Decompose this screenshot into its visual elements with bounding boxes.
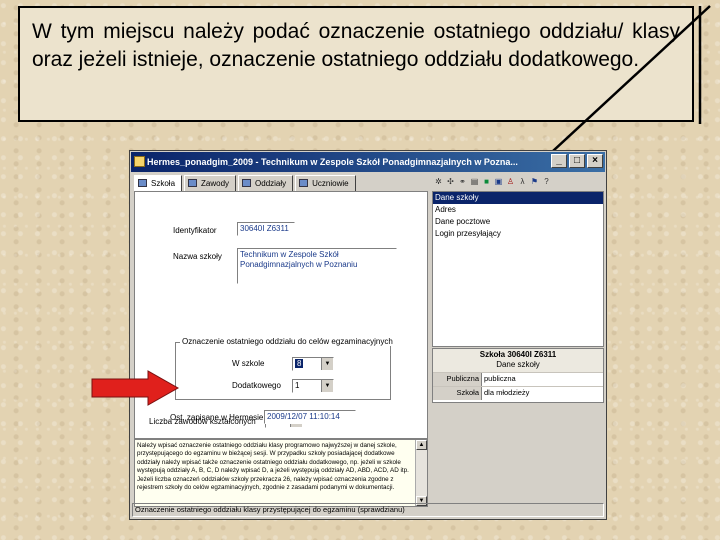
tab-zawody[interactable]: Zawody <box>184 175 237 192</box>
info-row: Szkoła dla młodzieży <box>433 386 603 400</box>
help-notes: Należy wpisać oznaczenie ostatniego oddz… <box>134 439 428 507</box>
school-class-select[interactable]: 8 ▼ <box>292 357 334 371</box>
additional-class-label: Dodatkowego <box>232 381 281 390</box>
info-header: Szkoła 30640I Z6311 Dane szkoły <box>433 349 603 372</box>
classes-icon <box>242 179 252 187</box>
section-list: Dane szkoły Adres Dane pocztowe Login pr… <box>432 191 604 347</box>
tab-label: Zawody <box>201 179 230 188</box>
tab-oddzialy[interactable]: Oddziały <box>238 175 294 192</box>
list-item[interactable]: Login przesyłający <box>433 228 603 240</box>
tab-uczniowie[interactable]: Uczniowie <box>295 175 356 192</box>
toolbar: ✲ ✣ ⚭ ▤ ■ ▣ ♙ λ ⚑ ? <box>432 173 604 189</box>
tab-label: Uczniowie <box>312 179 349 188</box>
saved-label: Ost. zapisane w Hermesie <box>170 413 264 422</box>
list-item[interactable]: Dane szkoły <box>433 192 603 204</box>
binoculars-icon[interactable]: ⚭ <box>458 177 467 186</box>
school-info-panel: Szkoła 30640I Z6311 Dane szkoły Publiczn… <box>432 348 604 403</box>
identifier-label: Identyfikator <box>173 226 217 235</box>
help-icon[interactable]: ? <box>542 177 551 186</box>
flag-icon[interactable]: ⚑ <box>530 177 539 186</box>
school-class-label: W szkole <box>232 359 265 368</box>
info-key: Publiczna <box>433 373 482 386</box>
occupations-icon <box>188 179 198 187</box>
disk-icon[interactable]: ▣ <box>494 177 503 186</box>
lambda-icon[interactable]: λ <box>518 177 527 186</box>
identifier-field[interactable]: 30640I Z6311 <box>237 222 295 236</box>
last-class-group-title: Oznaczenie ostatniego oddziału do celów … <box>180 337 395 346</box>
maximize-button[interactable]: □ <box>569 154 585 168</box>
school-icon <box>138 179 147 187</box>
print-icon[interactable]: ▤ <box>470 177 479 186</box>
info-value: publiczna <box>484 374 516 383</box>
additional-class-select[interactable]: 1 ▼ <box>292 379 334 393</box>
tab-bar: Szkoła Zawody Oddziały Uczniowie <box>134 175 356 193</box>
app-window: Hermes_ponadgim_2009 - Technikum w Zespo… <box>91 150 607 520</box>
window-title: Hermes_ponadgim_2009 - Technikum w Zespo… <box>147 157 518 167</box>
gear-icon[interactable]: ✲ <box>434 177 443 186</box>
info-header-title: Szkoła 30640I Z6311 <box>479 350 557 359</box>
list-item[interactable]: Dane pocztowe <box>433 216 603 228</box>
notes-scrollbar[interactable]: ▲ ▼ <box>415 440 427 506</box>
school-form-panel: Identyfikator 30640I Z6311 Nazwa szkoły … <box>91 191 428 439</box>
info-value: dla młodzieży <box>484 388 530 397</box>
info-row: Publiczna publiczna <box>433 372 603 386</box>
info-header-subtitle: Dane szkoły <box>496 360 540 369</box>
tools-icon[interactable]: ✣ <box>446 177 455 186</box>
red-arrow-icon <box>91 370 180 406</box>
school-name-field[interactable]: Technikum w Zespole Szkół Ponadgimnazjal… <box>237 248 397 284</box>
save-icon[interactable]: ■ <box>482 177 491 186</box>
info-key: Szkoła <box>433 387 482 400</box>
status-bar: Oznaczenie ostatniego oddziału klasy prz… <box>132 503 604 517</box>
school-name-label: Nazwa szkoły <box>173 252 222 261</box>
window-titlebar[interactable]: Hermes_ponadgim_2009 - Technikum w Zespo… <box>131 152 605 172</box>
status-text: Oznaczenie ostatniego oddziału klasy prz… <box>135 505 405 514</box>
app-icon <box>134 156 145 167</box>
close-button[interactable]: × <box>587 154 603 168</box>
saved-field: 2009/12/07 11:10:14 <box>264 410 356 424</box>
additional-class-value: 1 <box>295 381 300 390</box>
students-icon <box>299 179 309 187</box>
last-class-group: Oznaczenie ostatniego oddziału do celów … <box>91 337 395 406</box>
people-icon[interactable]: ♙ <box>506 177 515 186</box>
chevron-down-icon[interactable]: ▼ <box>321 358 333 370</box>
chevron-down-icon[interactable]: ▼ <box>321 380 333 392</box>
scroll-up-icon[interactable]: ▲ <box>416 440 427 450</box>
list-item[interactable]: Adres <box>433 204 603 216</box>
help-notes-text: Należy wpisać oznaczenie ostatniego oddz… <box>137 442 409 492</box>
tab-label: Szkoła <box>151 179 176 188</box>
tab-label: Oddziały <box>255 179 287 188</box>
minimize-button[interactable]: _ <box>551 154 567 168</box>
school-class-value: 8 <box>295 359 304 368</box>
